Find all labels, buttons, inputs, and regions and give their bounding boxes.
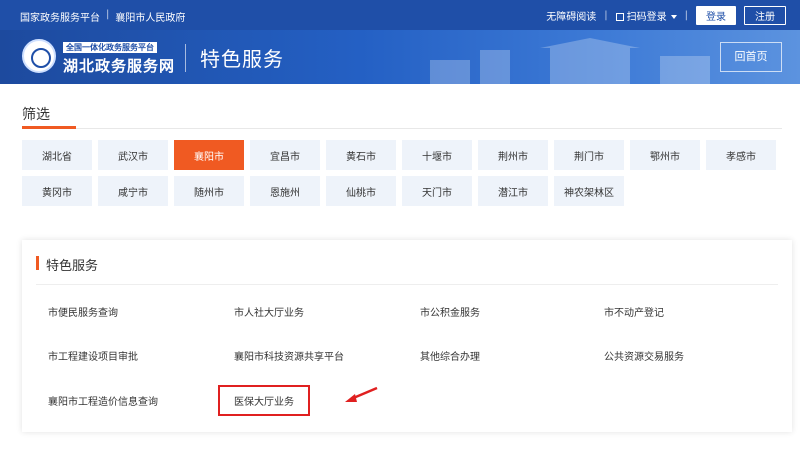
pointer-arrow-icon: [345, 386, 378, 402]
register-button[interactable]: 注册: [744, 6, 786, 25]
city-filter-14[interactable]: 仙桃市: [326, 176, 396, 206]
city-filter-6[interactable]: 荆州市: [478, 140, 548, 170]
card-divider: [36, 284, 778, 285]
home-button[interactable]: 回首页: [720, 42, 782, 72]
city-filter-grid: 湖北省 武汉市 襄阳市 宜昌市 黄石市 十堰市 荆州市 荆门市 鄂州市 孝感市黄冈市 咸宁市 随州市恩…: [22, 140, 782, 206]
city-filter-3[interactable]: 宜昌市: [250, 140, 320, 170]
scan-login-label: 扫码登录: [626, 12, 667, 23]
service-link-7[interactable]: 公共资源交易服务: [604, 348, 684, 363]
divider: |: [604, 10, 608, 21]
city-filter-2[interactable]: 襄阳市: [174, 140, 244, 170]
header-divider: [185, 44, 186, 72]
filter-divider: [22, 128, 782, 129]
city-filter-16[interactable]: 潜江市: [478, 176, 548, 206]
city-filter-11[interactable]: 咸宁市: [98, 176, 168, 206]
logo-title[interactable]: 湖北政务服务网: [63, 55, 175, 76]
service-link-2[interactable]: 市公积金服务: [420, 304, 480, 319]
national-platform-link[interactable]: 国家政务服务平台: [20, 9, 100, 24]
city-filter-17[interactable]: 神农架林区: [554, 176, 624, 206]
top-utility-bar: 国家政务服务平台 | 襄阳市人民政府 无障碍阅读 | 扫码登录 | 登录 注册: [0, 0, 800, 30]
service-link-3[interactable]: 市不动产登记: [604, 304, 664, 319]
city-filter-12[interactable]: 随州市: [174, 176, 244, 206]
divider: |: [684, 10, 688, 21]
service-link-8[interactable]: 襄阳市工程造价信息查询: [48, 393, 158, 408]
city-filter-5[interactable]: 十堰市: [402, 140, 472, 170]
service-link-6[interactable]: 其他综合办理: [420, 348, 480, 363]
section-marker: [36, 256, 39, 270]
service-link-0[interactable]: 市便民服务查询: [48, 304, 118, 319]
filter-heading-underline: [22, 126, 76, 129]
qr-code-icon: [615, 13, 624, 21]
scan-login-dropdown[interactable]: 扫码登录: [615, 8, 677, 23]
skyline-decoration: [430, 38, 710, 84]
service-link-9[interactable]: 医保大厅业务: [218, 385, 310, 416]
page-title: 特色服务: [200, 47, 284, 71]
city-government-link[interactable]: 襄阳市人民政府: [115, 9, 185, 24]
services-heading: 特色服务: [46, 259, 99, 274]
city-filter-7[interactable]: 荆门市: [554, 140, 624, 170]
service-link-4[interactable]: 市工程建设项目审批: [48, 348, 138, 363]
login-button[interactable]: 登录: [696, 6, 736, 25]
site-header: 全国一体化政务服务平台 湖北政务服务网 特色服务 回首页: [0, 30, 800, 84]
city-filter-4[interactable]: 黄石市: [326, 140, 396, 170]
chevron-down-icon: [670, 15, 677, 19]
city-filter-0[interactable]: 湖北省: [22, 140, 92, 170]
city-filter-15[interactable]: 天门市: [402, 176, 472, 206]
accessibility-link[interactable]: 无障碍阅读: [546, 8, 596, 23]
logo-emblem-icon[interactable]: [22, 39, 56, 73]
city-filter-8[interactable]: 鄂州市: [630, 140, 700, 170]
service-link-1[interactable]: 市人社大厅业务: [234, 304, 304, 319]
city-filter-9[interactable]: 孝感市: [706, 140, 776, 170]
divider: |: [106, 9, 110, 20]
filter-heading: 筛选: [22, 107, 50, 123]
city-filter-10[interactable]: 黄冈市: [22, 176, 92, 206]
service-link-5[interactable]: 襄阳市科技资源共享平台: [234, 348, 344, 363]
city-filter-1[interactable]: 武汉市: [98, 140, 168, 170]
city-filter-13[interactable]: 恩施州: [250, 176, 320, 206]
logo-subtitle: 全国一体化政务服务平台: [63, 42, 157, 53]
